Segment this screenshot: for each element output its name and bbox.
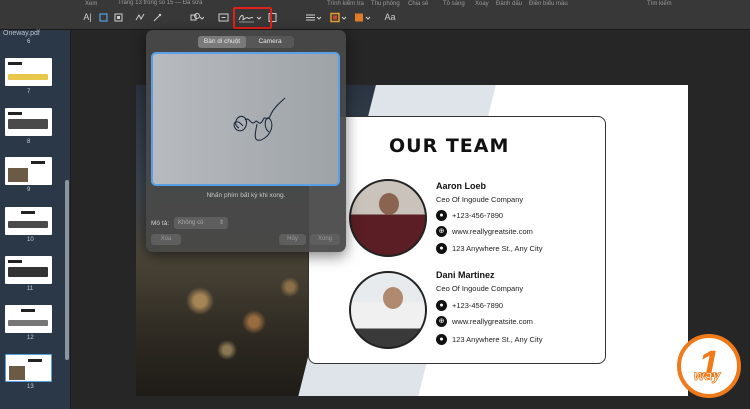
signature-stroke <box>233 97 286 141</box>
signature-tool-highlight <box>233 7 272 29</box>
signature-drawing-area[interactable] <box>151 52 340 186</box>
page-thumbnail-9[interactable] <box>5 157 52 185</box>
press-any-key-hint: Nhấn phím bất kỳ khi xong. <box>206 192 286 199</box>
globe-icon: ⊕ <box>436 316 447 327</box>
tab-trackpad[interactable]: Bàn di chuột <box>198 36 246 48</box>
text-cursor-icon[interactable]: A| <box>82 12 93 23</box>
cancel-button[interactable]: Hủy <box>279 234 306 245</box>
page-thumbnail-10[interactable] <box>5 207 52 235</box>
page-thumbnail-8[interactable] <box>5 108 52 136</box>
toolbar: Xem Trang 13 trong số 15 — Đã sửa Trình … <box>0 0 750 30</box>
shapes-icon[interactable] <box>190 12 205 23</box>
menu-rotate[interactable]: Xoay <box>475 1 489 7</box>
border-color-icon[interactable] <box>330 12 348 23</box>
location-pin-icon: ● <box>436 243 447 254</box>
member-address: 123 Anywhere St., Any City <box>452 244 543 253</box>
menu-fill-form[interactable]: Điền biểu mẫu <box>529 1 568 7</box>
member-role: Ceo Of Ingoude Company <box>436 284 524 293</box>
member-address: 123 Anywhere St., Any City <box>452 335 543 344</box>
page-thumbnail-12[interactable] <box>5 305 52 333</box>
member-website: www.reallygreatsite.com <box>452 227 533 236</box>
menu-markup[interactable]: Đánh dấu <box>496 1 522 7</box>
page-number: 6 <box>27 39 31 45</box>
page-number: 13 <box>27 384 34 390</box>
menu-highlight[interactable]: Tô sáng <box>443 1 465 7</box>
chevron-updown-icon: ⇕ <box>218 220 224 226</box>
textbox-icon[interactable] <box>218 12 229 23</box>
avatar-dani <box>349 271 427 349</box>
sketch-icon[interactable] <box>135 12 146 23</box>
font-button[interactable]: Aa <box>380 12 400 23</box>
tab-camera[interactable]: Camera <box>246 36 294 48</box>
thumbnail-sidebar: Oneway.pdf 6 7 8 9 10 11 12 13 <box>0 30 71 409</box>
description-value: Không có <box>178 220 204 226</box>
menu-share[interactable]: Chia sẻ <box>408 1 428 7</box>
menu-search[interactable]: Tìm kiếm <box>647 1 672 7</box>
svg-text:way: way <box>694 367 722 383</box>
member-phone: +123-456-7890 <box>452 301 504 310</box>
page-thumbnail-7[interactable] <box>5 58 52 86</box>
avatar-aaron <box>349 179 427 257</box>
redact-icon[interactable] <box>113 12 124 23</box>
draw-icon[interactable] <box>152 12 163 23</box>
page-number: 9 <box>27 187 31 193</box>
member-website: www.reallygreatsite.com <box>452 317 533 326</box>
fill-color-icon[interactable] <box>354 12 372 23</box>
sidebar-scrollbar[interactable] <box>65 180 69 360</box>
person-icon: ● <box>436 300 447 311</box>
line-style-icon[interactable] <box>305 12 323 23</box>
page-thumbnail-11[interactable] <box>5 256 52 284</box>
page-number: 12 <box>27 335 34 341</box>
done-button[interactable]: Xong <box>310 234 340 245</box>
member-name: Dani Martinez <box>436 270 495 280</box>
page-number: 11 <box>27 286 34 292</box>
page-number: 10 <box>27 237 34 243</box>
page-info: Trang 13 trong số 15 — Đã sửa <box>118 0 203 6</box>
menu-zoom[interactable]: Thu phóng <box>371 1 400 7</box>
globe-icon: ⊕ <box>436 226 447 237</box>
view-label[interactable]: Xem <box>85 1 97 7</box>
person-icon: ● <box>436 210 447 221</box>
page-number: 8 <box>27 139 31 145</box>
description-label: Mô tả: <box>151 220 170 227</box>
preview-app: Xem Trang 13 trong số 15 — Đã sửa Trình … <box>0 0 750 409</box>
member-phone: +123-456-7890 <box>452 211 504 220</box>
member-role: Ceo Of Ingoude Company <box>436 195 524 204</box>
page-number: 7 <box>27 89 31 95</box>
clear-button[interactable]: Xóa <box>151 234 181 245</box>
description-select[interactable]: Không có ⇕ <box>174 217 228 229</box>
oneway-logo: 1 way <box>676 333 742 399</box>
location-pin-icon: ● <box>436 334 447 345</box>
sidebar-file-name: Oneway.pdf <box>3 30 40 37</box>
signature-popover: Bàn di chuột Camera Nhấn phím bất kỳ khi… <box>146 30 346 252</box>
signature-source-tabs: Bàn di chuột Camera <box>198 36 294 48</box>
rect-select-icon[interactable] <box>98 12 109 23</box>
member-name: Aaron Loeb <box>436 181 487 191</box>
page-thumbnail-13-selected[interactable] <box>5 354 52 382</box>
team-card: OUR TEAM Aaron Loeb Ceo Of Ingoude Compa… <box>308 116 606 364</box>
font-label: Aa <box>384 12 396 22</box>
menu-inspector[interactable]: Trình kiểm tra <box>327 1 364 7</box>
team-title: OUR TEAM <box>389 135 510 157</box>
